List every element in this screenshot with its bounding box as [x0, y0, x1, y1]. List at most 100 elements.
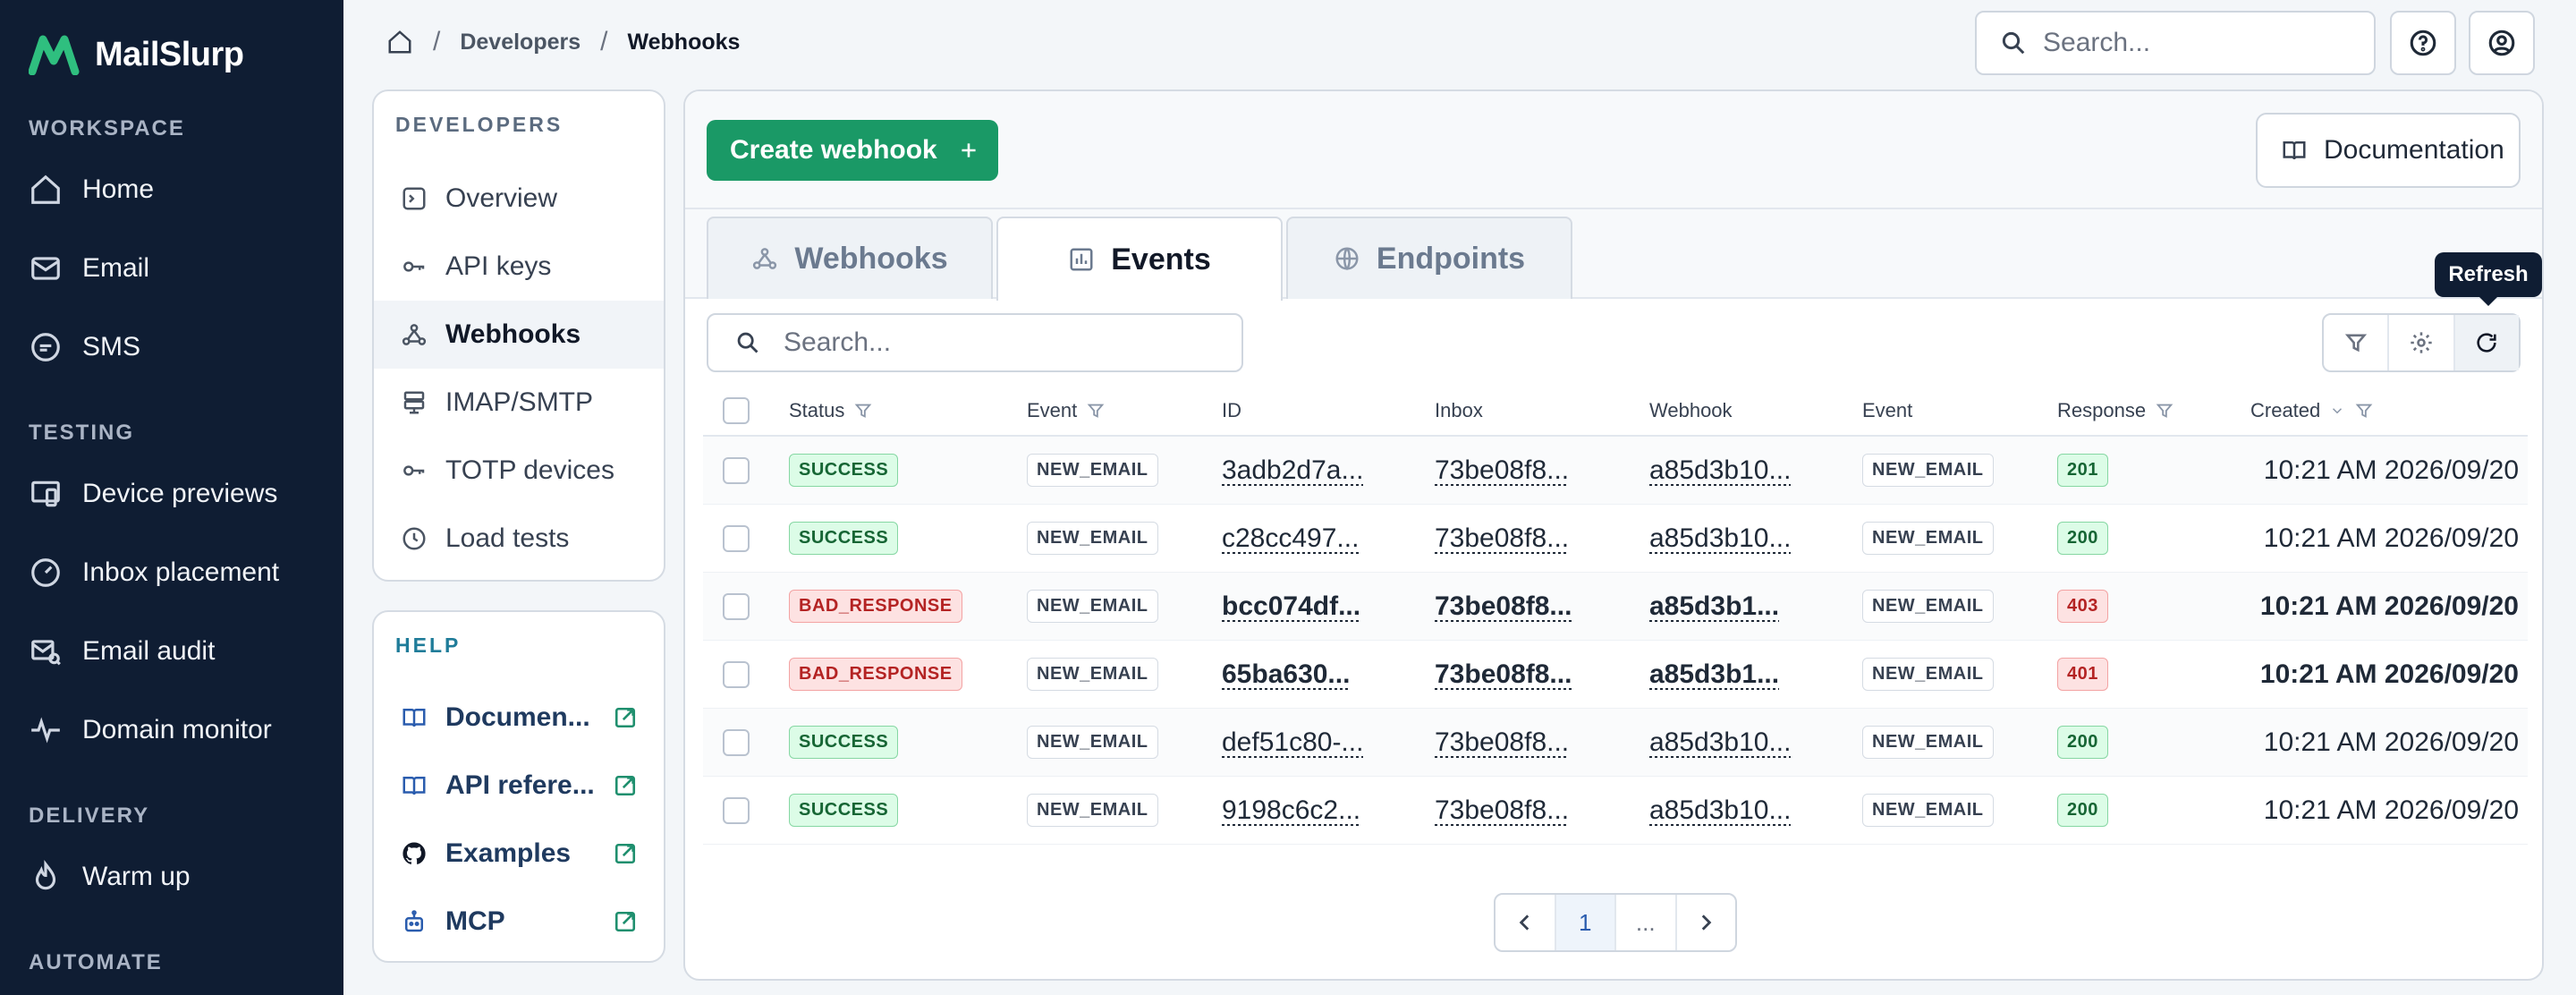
- row-checkbox[interactable]: [723, 660, 750, 688]
- column-header-event-type[interactable]: Event: [1862, 399, 1912, 422]
- webhook-id-link[interactable]: a85d3b10...: [1649, 523, 1791, 554]
- next-page-button[interactable]: [1677, 895, 1736, 950]
- dev-nav-imap-smtp[interactable]: IMAP/SMTP: [374, 369, 664, 437]
- created-cell: 10:21 AM 2026/09/20: [2241, 795, 2519, 826]
- event-id-link[interactable]: c28cc497...: [1222, 523, 1359, 554]
- documentation-button[interactable]: Documentation: [2256, 113, 2521, 188]
- row-checkbox[interactable]: [723, 456, 750, 484]
- help-link-documentation[interactable]: Documen...: [374, 684, 664, 752]
- created-cell: 10:21 AM 2026/09/20: [2241, 659, 2519, 690]
- help-link-examples[interactable]: Examples: [374, 820, 664, 888]
- tab-events[interactable]: Events: [996, 217, 1283, 301]
- row-checkbox[interactable]: [723, 796, 750, 824]
- created-cell: 10:21 AM 2026/09/20: [2241, 591, 2519, 622]
- settings-button[interactable]: [2389, 315, 2455, 370]
- inbox-id-link[interactable]: 73be08f8...: [1435, 591, 1572, 622]
- dev-nav-webhooks[interactable]: Webhooks: [374, 301, 664, 369]
- event-id-link[interactable]: def51c80-...: [1222, 727, 1363, 758]
- event-id-link[interactable]: 9198c6c2...: [1222, 795, 1360, 826]
- created-timestamp: 10:21 AM 2026/09/20: [2259, 591, 2519, 621]
- create-webhook-button[interactable]: Create webhook: [707, 120, 998, 181]
- sidebar-item-home[interactable]: Home: [29, 163, 154, 217]
- column-header-event[interactable]: Event: [1027, 399, 1106, 422]
- tab-endpoints[interactable]: Endpoints: [1286, 217, 1572, 299]
- breadcrumb-developers[interactable]: Developers: [460, 30, 580, 55]
- select-all-checkbox[interactable]: [723, 397, 750, 424]
- plus-icon: [962, 143, 976, 157]
- filter-icon[interactable]: [853, 401, 873, 421]
- table-row[interactable]: SUCCESS NEW_EMAIL 9198c6c2... 73be08f8... a8…: [703, 777, 2528, 845]
- sidebar-item-domain-monitor[interactable]: Domain monitor: [29, 703, 272, 757]
- response-cell: 200: [2057, 794, 2108, 827]
- event-type-cell: NEW_EMAIL: [1862, 794, 1994, 827]
- events-search-input[interactable]: Search...: [707, 313, 1243, 372]
- dev-nav-api-keys[interactable]: API keys: [374, 233, 664, 301]
- event-type-cell: NEW_EMAIL: [1862, 590, 1994, 623]
- webhook-id-link[interactable]: a85d3b1...: [1649, 659, 1779, 690]
- column-header-webhook[interactable]: Webhook: [1649, 399, 1733, 422]
- event-id-link[interactable]: 3adb2d7a...: [1222, 455, 1363, 486]
- app-logo[interactable]: MailSlurp: [29, 34, 244, 75]
- refresh-button[interactable]: [2454, 315, 2519, 370]
- webhook-id-link[interactable]: a85d3b10...: [1649, 727, 1791, 758]
- account-button[interactable]: [2469, 11, 2535, 75]
- filter-button[interactable]: [2324, 315, 2390, 370]
- filter-icon[interactable]: [2155, 401, 2174, 421]
- help-panel: HELP Documen... API refere... Examples M…: [372, 610, 665, 963]
- sidebar-item-email[interactable]: Email: [29, 242, 149, 295]
- filter-icon[interactable]: [2354, 401, 2374, 421]
- created-cell: 10:21 AM 2026/09/20: [2241, 455, 2519, 486]
- event-id-link[interactable]: 65ba630...: [1222, 659, 1350, 690]
- sidebar-item-label: Email: [82, 253, 150, 283]
- dev-nav-overview[interactable]: Overview: [374, 165, 664, 233]
- inbox-cell: 73be08f8...: [1435, 455, 1596, 486]
- help-button[interactable]: [2390, 11, 2456, 75]
- grid-toolbar: [2322, 313, 2521, 372]
- sort-desc-icon[interactable]: [2329, 403, 2345, 419]
- row-checkbox[interactable]: [723, 728, 750, 756]
- filter-icon[interactable]: [1086, 401, 1106, 421]
- developers-panel: DEVELOPERS Overview API keys Webhooks IM…: [372, 89, 665, 582]
- external-link-icon: [614, 707, 636, 728]
- home-icon[interactable]: [386, 29, 413, 55]
- dev-nav-load-tests[interactable]: Load tests: [374, 505, 664, 573]
- table-row[interactable]: BAD_RESPONSE NEW_EMAIL bcc074df... 73be08f8…: [703, 573, 2528, 641]
- sidebar-item-inbox-placement[interactable]: Inbox placement: [29, 546, 279, 600]
- webhook-id-link[interactable]: a85d3b10...: [1649, 455, 1791, 486]
- inbox-id-link[interactable]: 73be08f8...: [1435, 523, 1569, 554]
- event-id-link[interactable]: bcc074df...: [1222, 591, 1360, 622]
- webhook-id-link[interactable]: a85d3b1...: [1649, 591, 1779, 622]
- prev-page-button[interactable]: [1496, 895, 1556, 950]
- column-header-inbox[interactable]: Inbox: [1435, 399, 1483, 422]
- inbox-id-link[interactable]: 73be08f8...: [1435, 727, 1569, 758]
- sidebar-item-device-previews[interactable]: Device previews: [29, 467, 277, 521]
- table-row[interactable]: SUCCESS NEW_EMAIL c28cc497... 73be08f8... a8…: [703, 505, 2528, 573]
- inbox-id-link[interactable]: 73be08f8...: [1435, 455, 1569, 486]
- event-cell: NEW_EMAIL: [1027, 658, 1158, 691]
- sidebar-item-sms[interactable]: SMS: [29, 320, 140, 374]
- row-checkbox[interactable]: [723, 524, 750, 552]
- inbox-id-link[interactable]: 73be08f8...: [1435, 795, 1569, 826]
- column-header-status[interactable]: Status: [789, 399, 873, 422]
- flame-icon: [35, 860, 56, 890]
- help-link-api-reference[interactable]: API refere...: [374, 752, 664, 820]
- sidebar-item-email-audit[interactable]: Email audit: [29, 625, 215, 678]
- sidebar-item-warm-up[interactable]: Warm up: [29, 850, 191, 904]
- search-icon: [2002, 31, 2025, 55]
- response-code-badge: 200: [2057, 794, 2108, 827]
- help-link-mcp[interactable]: MCP: [374, 888, 664, 956]
- column-header-created[interactable]: Created: [2250, 399, 2374, 422]
- table-row[interactable]: SUCCESS NEW_EMAIL 3adb2d7a... 73be08f8... a8…: [703, 437, 2528, 505]
- dev-nav-totp-devices[interactable]: TOTP devices: [374, 437, 664, 505]
- tab-webhooks[interactable]: Webhooks: [707, 217, 993, 299]
- table-row[interactable]: SUCCESS NEW_EMAIL def51c80-... 73be08f8... a…: [703, 709, 2528, 777]
- column-header-response[interactable]: Response: [2057, 399, 2174, 422]
- page-1-button[interactable]: 1: [1555, 895, 1616, 950]
- table-row[interactable]: BAD_RESPONSE NEW_EMAIL 65ba630... 73be08f8.…: [703, 641, 2528, 709]
- inbox-id-link[interactable]: 73be08f8...: [1435, 659, 1572, 690]
- row-checkbox[interactable]: [723, 592, 750, 620]
- column-header-id[interactable]: ID: [1222, 399, 1241, 422]
- event-type-cell: NEW_EMAIL: [1862, 658, 1994, 691]
- global-search-input[interactable]: Search...: [1975, 11, 2376, 75]
- webhook-id-link[interactable]: a85d3b10...: [1649, 795, 1791, 826]
